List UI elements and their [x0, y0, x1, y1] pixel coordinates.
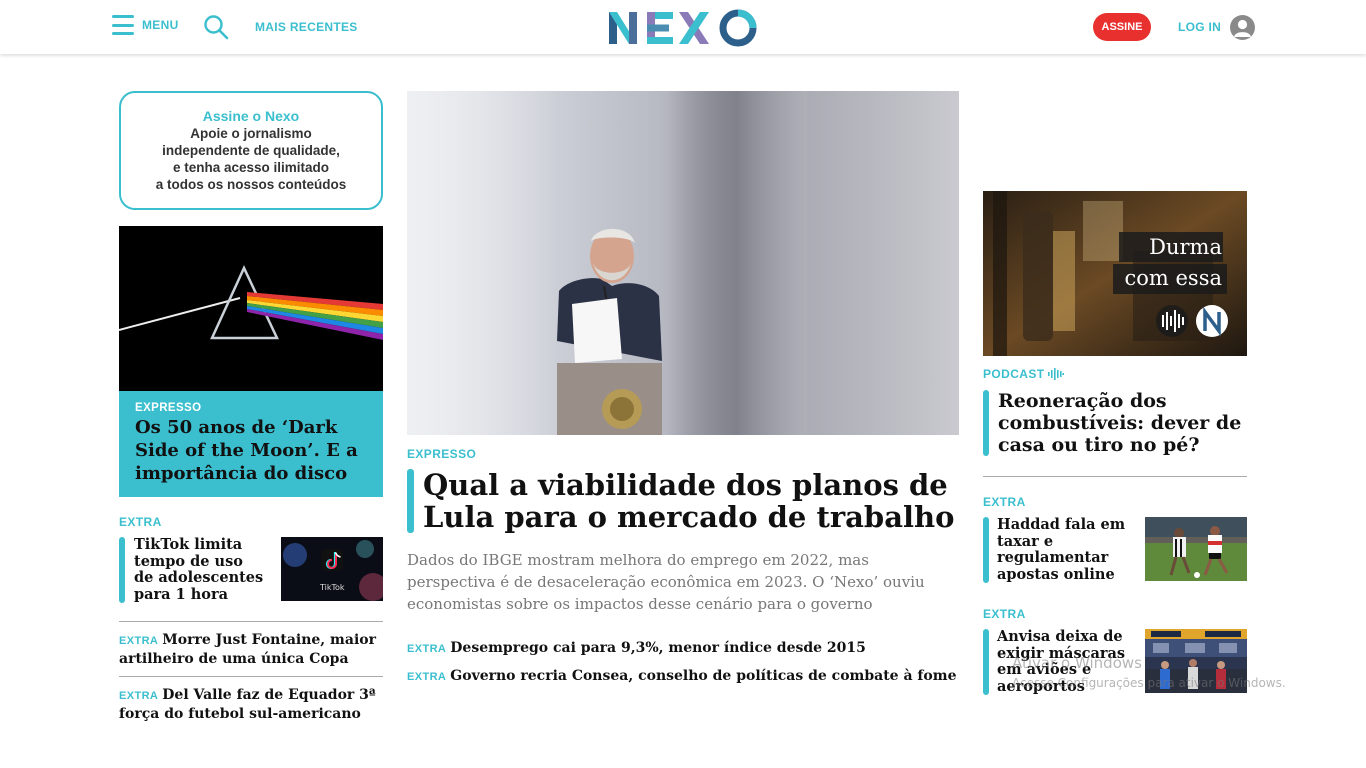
promo-line: a todos os nossos conteúdos	[155, 177, 347, 192]
nexo-logo[interactable]	[607, 8, 759, 53]
extra-kicker: EXTRA	[407, 671, 447, 683]
tiktok-news-row: TikTok limita tempo de uso de adolescent…	[119, 536, 383, 603]
feature-title: Os 50 anos de ‘Dark Side of the Moon’. E…	[135, 417, 358, 484]
main-kicker: EXPRESSO	[407, 447, 477, 461]
watermark-line-2: Acesse Configurações para ativar o Windo…	[1012, 676, 1286, 690]
extra-kicker: EXTRA	[983, 495, 1026, 509]
login-link[interactable]: LOG IN	[1178, 20, 1221, 34]
podcast-kicker-label: PODCAST	[983, 367, 1045, 381]
podcast-cover-title-2: com essa	[1124, 266, 1223, 290]
divider	[119, 621, 383, 622]
feature-card-body: EXPRESSO Os 50 anos de ‘Dark Side of the…	[119, 391, 383, 497]
subscribe-button[interactable]: ASSINE	[1093, 13, 1151, 41]
menu-label: MENU	[142, 18, 179, 32]
accent-bar	[407, 469, 414, 533]
menu-button[interactable]: MENU	[112, 15, 179, 35]
haddad-news-item[interactable]: EXTRA Haddad fala em taxar e regulamenta…	[983, 495, 1247, 583]
recent-news-link[interactable]: MAIS RECENTES	[255, 20, 358, 34]
haddad-news-title: Haddad fala em taxar e regulamentar apos…	[997, 516, 1126, 583]
soccer-thumbnail	[1145, 517, 1247, 581]
feature-card-dark-side[interactable]: EXPRESSO Os 50 anos de ‘Dark Side of the…	[119, 226, 383, 497]
promo-line: independente de qualidade,	[162, 143, 340, 158]
podcast-headline-link[interactable]: Reoneração dos combustíveis: dever de ca…	[983, 390, 1247, 456]
main-headline-link[interactable]: Qual a viabilidade dos planos de Lula pa…	[407, 469, 959, 533]
windows-activation-watermark: Ativar o Windows Acesse Configurações pa…	[1012, 654, 1286, 690]
podcast-cover-title-1: Durma	[1149, 235, 1222, 259]
podcast-cover-image[interactable]: Durma com essa	[983, 191, 1247, 356]
search-icon[interactable]	[203, 14, 229, 45]
user-avatar-icon[interactable]	[1230, 15, 1255, 40]
extra-kicker: EXTRA	[119, 635, 159, 647]
consea-news-link[interactable]: EXTRA Governo recria Consea, conselho de …	[407, 667, 959, 686]
podcast-headline: Reoneração dos combustíveis: dever de ca…	[998, 390, 1242, 456]
tiktok-thumb-caption: TikTok	[320, 583, 345, 592]
site-header: MENU MAIS RECENTES ASSINE LOG IN	[0, 0, 1366, 54]
main-summary: Dados do IBGE mostram melhora do emprego…	[407, 551, 925, 613]
unemployment-news-title: Desemprego cai para 9,3%, menor índice d…	[450, 640, 866, 656]
hamburger-icon	[112, 15, 134, 35]
promo-title: Assine o Nexo	[202, 108, 300, 124]
prism-album-image	[119, 226, 383, 391]
tiktok-news-title: TikTok limita tempo de uso de adolescent…	[134, 536, 264, 603]
extra-kicker: EXTRA	[407, 643, 447, 655]
main-headline: Qual a viabilidade dos planos de Lula pa…	[423, 468, 955, 534]
accent-bar	[983, 390, 989, 456]
divider	[119, 676, 383, 677]
divider	[983, 476, 1247, 477]
subscribe-promo-box[interactable]: Assine o Nexo Apoie o jornalismo indepen…	[119, 91, 383, 210]
consea-news-title: Governo recria Consea, conselho de polít…	[450, 668, 957, 684]
audio-wave-icon	[1048, 368, 1065, 380]
extra-kicker: EXTRA	[119, 515, 162, 529]
tiktok-news-item[interactable]: EXTRA TikTok limita tempo de uso de adol…	[119, 515, 383, 603]
tiktok-thumbnail: TikTok	[281, 537, 383, 601]
extra-kicker: EXTRA	[983, 607, 1026, 621]
feature-kicker: EXPRESSO	[135, 402, 202, 414]
unemployment-news-link[interactable]: EXTRA Desemprego cai para 9,3%, menor índ…	[407, 639, 959, 658]
extra-kicker: EXTRA	[119, 690, 159, 702]
podcast-kicker: PODCAST	[983, 367, 1065, 381]
del-valle-news-item[interactable]: EXTRA Del Valle faz de Equador 3ª força d…	[119, 686, 383, 723]
promo-line: Apoie o jornalismo	[190, 126, 312, 141]
haddad-news-row: Haddad fala em taxar e regulamentar apos…	[983, 516, 1247, 583]
lula-speech-photo[interactable]	[407, 91, 959, 435]
watermark-line-1: Ativar o Windows	[1012, 654, 1142, 672]
promo-line: e tenha acesso ilimitado	[172, 160, 330, 175]
fontaine-news-item[interactable]: EXTRA Morre Just Fontaine, maior artilhei…	[119, 631, 383, 668]
